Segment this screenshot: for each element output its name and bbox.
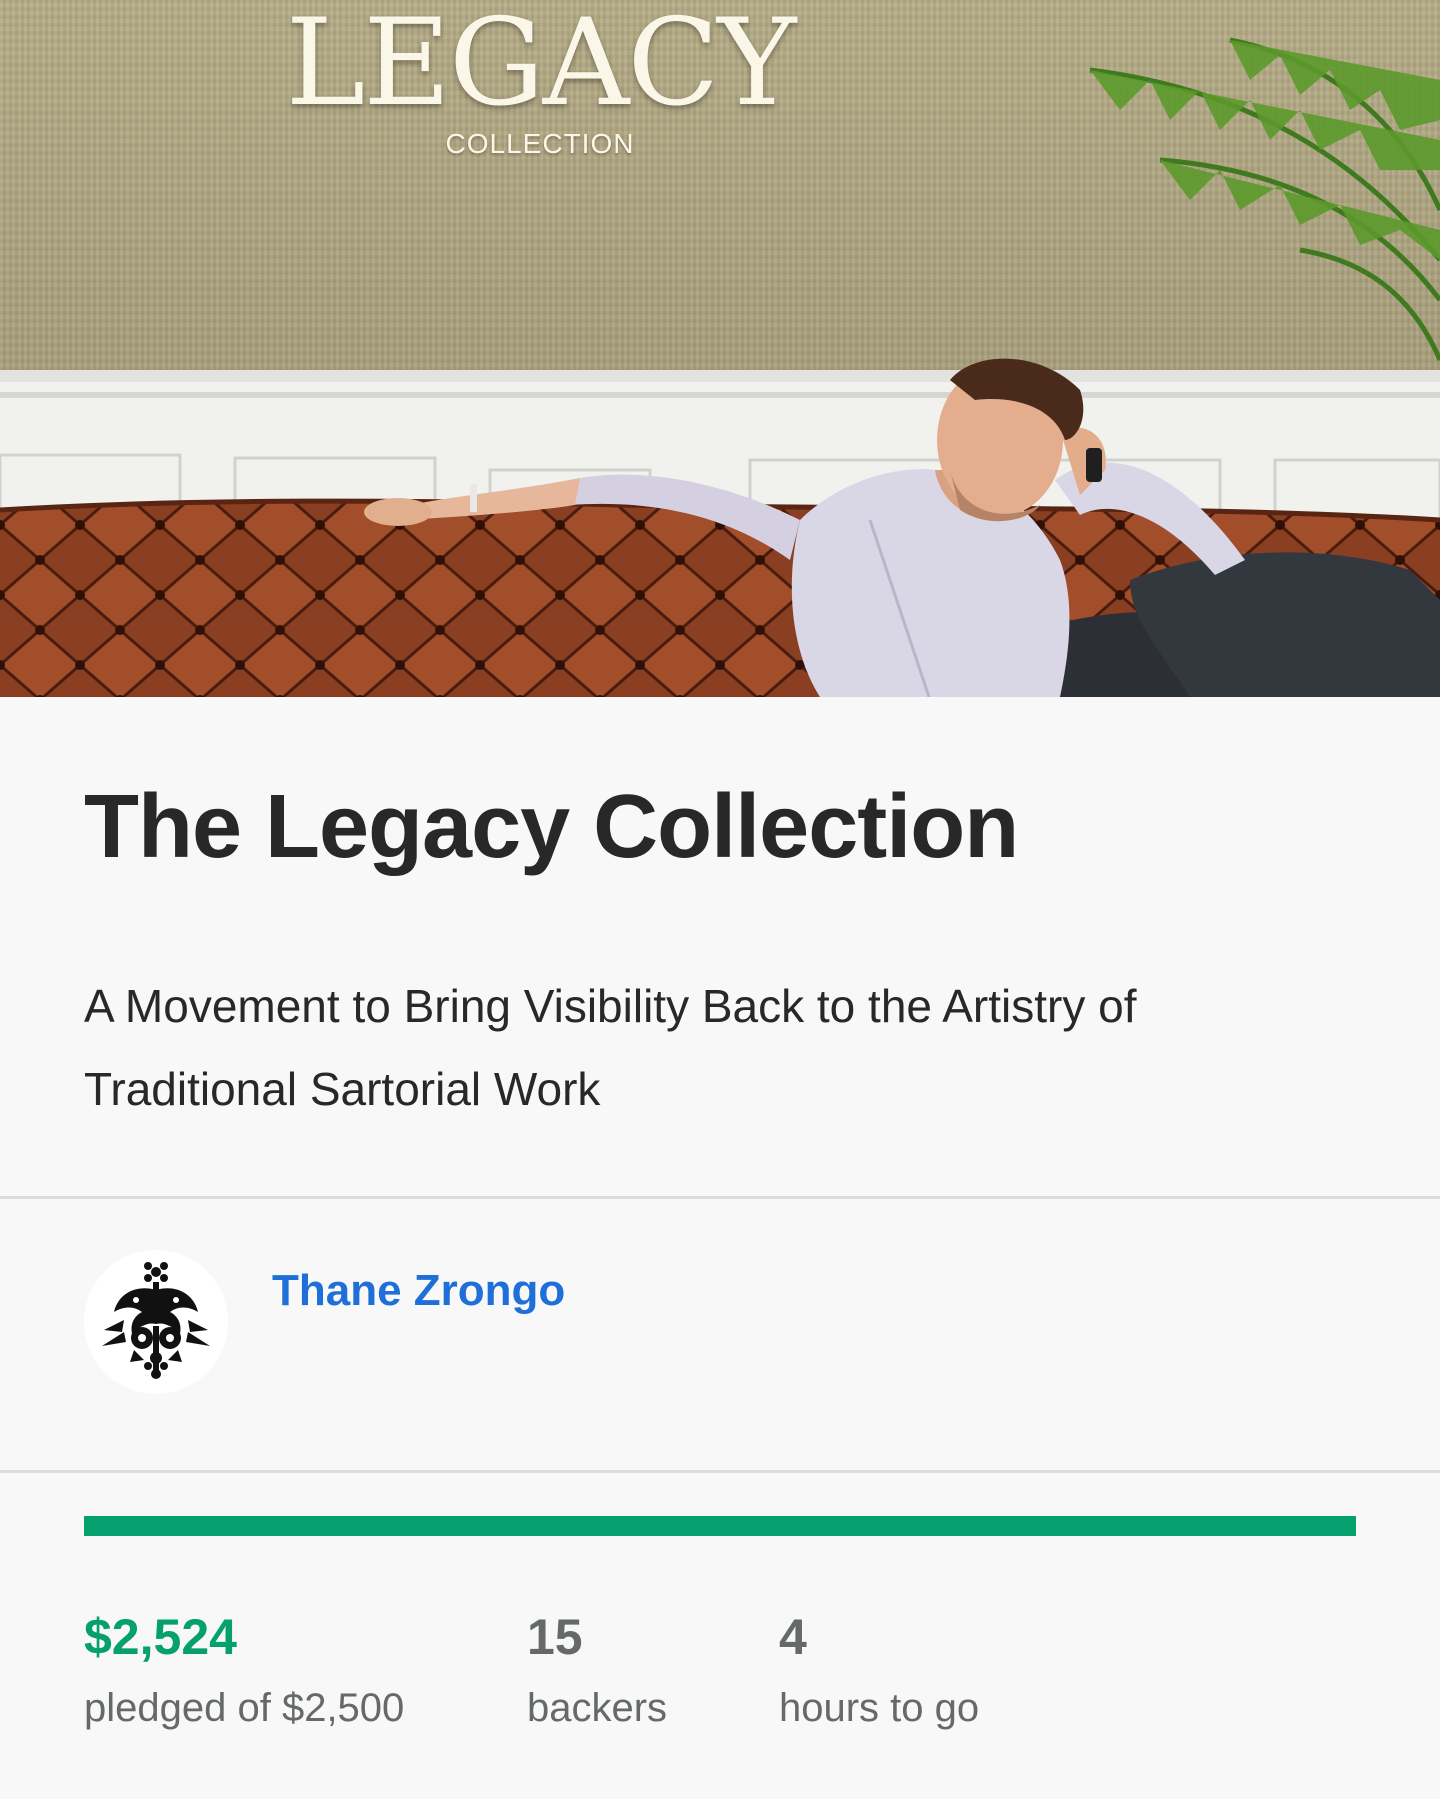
- stat-time-remaining: 4 hours to go: [779, 1612, 979, 1731]
- project-hero-image[interactable]: LEGACY COLLECTION: [0, 0, 1440, 697]
- time-remaining-value: 4: [779, 1609, 807, 1665]
- backers-label: backers: [527, 1686, 668, 1730]
- brand-logo-subtitle: COLLECTION: [445, 128, 635, 159]
- pledged-amount: $2,524: [84, 1609, 237, 1665]
- stat-pledged: $2,524 pledged of $2,500: [84, 1612, 404, 1731]
- brand-logo-wordmark: LEGACY: [285, 0, 797, 133]
- project-blurb: A Movement to Bring Visibility Back to t…: [84, 980, 1137, 1115]
- stat-backers: 15 backers: [527, 1612, 667, 1731]
- backers-count: 15: [527, 1609, 583, 1665]
- pledged-label: pledged of $2,500: [84, 1686, 405, 1730]
- project-title[interactable]: The Legacy Collection: [84, 697, 1440, 881]
- project-info: The Legacy Collection A Movement to Brin…: [0, 697, 1440, 1131]
- section-divider: [0, 1196, 1440, 1199]
- funding-progress-fill: [84, 1516, 1356, 1536]
- creator-name-link[interactable]: Thane Zrongo: [272, 1266, 565, 1316]
- time-remaining-label: hours to go: [779, 1686, 980, 1730]
- ornamental-bird-emblem-icon: [102, 1262, 210, 1379]
- creator-avatar[interactable]: [84, 1250, 228, 1394]
- section-divider: [0, 1470, 1440, 1473]
- funding-progress-bar: [84, 1516, 1356, 1536]
